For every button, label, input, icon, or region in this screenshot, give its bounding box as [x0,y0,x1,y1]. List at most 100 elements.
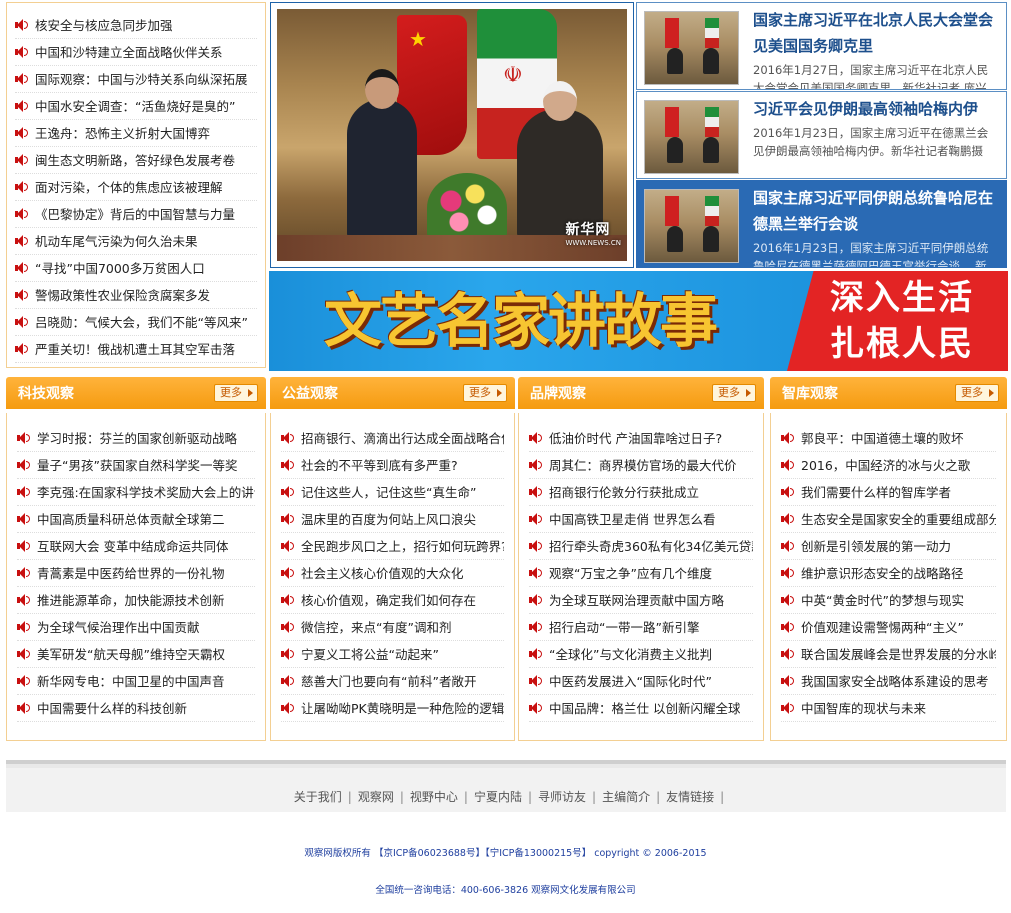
section-title[interactable]: 智库观察 [782,383,838,403]
list-item[interactable]: 中国高质量科研总体贡献全球第二 [17,506,255,533]
list-item[interactable]: 招行牵头奇虎360私有化34亿美元贷款 [529,533,753,560]
list-item[interactable]: 微信控，来点“有度”调和剂 [281,614,504,641]
list-item[interactable]: 中国和沙特建立全面战略伙伴关系 [15,39,257,66]
list-item-link[interactable]: “全球化”与文化消费主义批判 [549,641,712,667]
list-item-link[interactable]: 核心价值观，确定我们如何存在 [301,587,476,613]
list-item[interactable]: 社会主义核心价值观的大众化 [281,560,504,587]
section-title[interactable]: 品牌观察 [530,383,586,403]
list-item-link[interactable]: 全民跑步风口之上，招行如何玩跨界? [301,533,504,559]
list-item-link[interactable]: 严重关切！俄战机遭土耳其空军击落 [35,336,235,362]
list-item-link[interactable]: 为全球气候治理作出中国贡献 [37,614,200,640]
list-item[interactable]: 量子“男孩”获国家自然科学奖一等奖 [17,452,255,479]
list-item-link[interactable]: 我国国家安全战略体系建设的思考 [801,668,989,694]
list-item[interactable]: 周其仁：商界模仿官场的最大代价 [529,452,753,479]
list-item-link[interactable]: 王逸舟：恐怖主义折射大国博弈 [35,120,210,146]
list-item[interactable]: 招行启动“一带一路”新引擎 [529,614,753,641]
list-item-link[interactable]: 我们需要什么样的智库学者 [801,479,951,505]
list-item[interactable]: 2016，中国经济的冰与火之歌 [781,452,996,479]
list-item-link[interactable]: 新华网专电：中国卫星的中国声音 [37,668,225,694]
list-item-link[interactable]: 中英“黄金时代”的梦想与现实 [801,587,964,613]
list-item[interactable]: 让屠呦呦PK黄晓明是一种危险的逻辑 [281,695,504,722]
list-item[interactable]: 中国水安全调查：“活鱼烧好是臭的” [15,93,257,120]
list-item-link[interactable]: 中国智库的现状与未来 [801,695,926,721]
list-item-link[interactable]: 低油价时代 产油国靠啥过日子? [549,425,722,451]
list-item[interactable]: 吕晓勋：气候大会，我们不能“等风来” [15,309,257,336]
list-item-link[interactable]: 中国需要什么样的科技创新 [37,695,187,721]
list-item-link[interactable]: 核安全与核应急同步加强 [35,12,173,38]
list-item-link[interactable]: 《巴黎协定》背后的中国智慧与力量 [35,201,235,227]
list-item-link[interactable]: 周其仁：商界模仿官场的最大代价 [549,452,737,478]
list-item-link[interactable]: 青蒿素是中医药给世界的一份礼物 [37,560,225,586]
list-item[interactable]: 中医药发展进入“国际化时代” [529,668,753,695]
list-item-link[interactable]: 中国品牌：格兰仕 以创新闪耀全球 [549,695,740,721]
list-item[interactable]: 为全球互联网治理贡献中国方略 [529,587,753,614]
list-item-link[interactable]: 招行启动“一带一路”新引擎 [549,614,699,640]
list-item[interactable]: 低油价时代 产油国靠啥过日子? [529,425,753,452]
main-photo[interactable]: ★ ☫ 新华网 WWW.NEWS.CN [270,2,634,268]
list-item[interactable]: 观察“万宝之争”应有几个维度 [529,560,753,587]
list-item-link[interactable]: 国际观察：中国与沙特关系向纵深拓展 [35,66,248,92]
footer-link[interactable]: 主编简介 [602,790,650,804]
list-item-link[interactable]: 宁夏义工将公益“动起来” [301,641,439,667]
list-item-link[interactable]: 联合国发展峰会是世界发展的分水岭 [801,641,996,667]
more-button[interactable]: 更多 [463,384,507,402]
list-item-link[interactable]: 让屠呦呦PK黄晓明是一种危险的逻辑 [301,695,504,721]
list-item[interactable]: 国际观察：中国与沙特关系向纵深拓展 [15,66,257,93]
list-item-link[interactable]: 创新是引领发展的第一动力 [801,533,951,559]
news-title[interactable]: 习近平会见伊朗最高领袖哈梅内伊 [753,96,998,122]
section-title[interactable]: 公益观察 [282,383,338,403]
list-item[interactable]: 李克强:在国家科学技术奖励大会上的讲话 [17,479,255,506]
list-item[interactable]: 招商银行伦敦分行获批成立 [529,479,753,506]
list-item[interactable]: 新华网专电：中国卫星的中国声音 [17,668,255,695]
list-item[interactable]: 联合国发展峰会是世界发展的分水岭 [781,641,996,668]
list-item[interactable]: 社会的不平等到底有多严重? [281,452,504,479]
photo-image[interactable]: ★ ☫ 新华网 WWW.NEWS.CN [277,9,627,261]
banner[interactable]: 文艺名家讲故事 深入生活 扎根人民 [269,271,1008,371]
footer-link[interactable]: 视野中心 [410,790,458,804]
footer-link[interactable]: 关于我们 [294,790,342,804]
list-item[interactable]: 生态安全是国家安全的重要组成部分 [781,506,996,533]
list-item-link[interactable]: 招行牵头奇虎360私有化34亿美元贷款 [549,533,753,559]
list-item[interactable]: 记住这些人，记住这些“真生命” [281,479,504,506]
list-item[interactable]: 全民跑步风口之上，招行如何玩跨界? [281,533,504,560]
news-item[interactable]: 国家主席习近平在北京人民大会堂会见美国国务卿克里 2016年1月27日，国家主席习… [636,2,1007,90]
list-item-link[interactable]: 记住这些人，记住这些“真生命” [301,479,476,505]
news-thumbnail[interactable] [644,189,739,263]
list-item-link[interactable]: 招商银行、滴滴出行达成全面战略合作 [301,425,504,451]
list-item[interactable]: 我国国家安全战略体系建设的思考 [781,668,996,695]
list-item[interactable]: 慈善大门也要向有“前科”者敞开 [281,668,504,695]
list-item[interactable]: 我们需要什么样的智库学者 [781,479,996,506]
list-item-link[interactable]: “寻找”中国7000多万贫困人口 [35,255,205,281]
list-item[interactable]: 推进能源革命，加快能源技术创新 [17,587,255,614]
list-item-link[interactable]: 面对污染，个体的焦虑应该被理解 [35,174,223,200]
list-item-link[interactable]: 招商银行伦敦分行获批成立 [549,479,699,505]
more-button[interactable]: 更多 [955,384,999,402]
list-item-link[interactable]: 社会主义核心价值观的大众化 [301,560,464,586]
list-item[interactable]: 中英“黄金时代”的梦想与现实 [781,587,996,614]
list-item[interactable]: 中国需要什么样的科技创新 [17,695,255,722]
list-item-link[interactable]: 互联网大会 变革中结成命运共同体 [37,533,228,559]
list-item[interactable]: 招商银行、滴滴出行达成全面战略合作 [281,425,504,452]
list-item-link[interactable]: 价值观建设需警惕两种“主义” [801,614,964,640]
list-item[interactable]: 价值观建设需警惕两种“主义” [781,614,996,641]
list-item-link[interactable]: 机动车尾气污染为何久治未果 [35,228,198,254]
list-item[interactable]: 创新是引领发展的第一动力 [781,533,996,560]
footer-link[interactable]: 友情链接 [666,790,714,804]
list-item[interactable]: 美军研发“航天母舰”维持空天霸权 [17,641,255,668]
list-item[interactable]: 中国品牌：格兰仕 以创新闪耀全球 [529,695,753,722]
news-title[interactable]: 国家主席习近平在北京人民大会堂会见美国国务卿克里 [753,7,998,59]
list-item[interactable]: 《巴黎协定》背后的中国智慧与力量 [15,201,257,228]
list-item[interactable]: 面对污染，个体的焦虑应该被理解 [15,174,257,201]
list-item-link[interactable]: 中国高铁卫星走俏 世界怎么看 [549,506,715,532]
list-item-link[interactable]: 美军研发“航天母舰”维持空天霸权 [37,641,225,667]
list-item-link[interactable]: 微信控，来点“有度”调和剂 [301,614,451,640]
news-item[interactable]: 习近平会见伊朗最高领袖哈梅内伊 2016年1月23日，国家主席习近平在德黑兰会见伊… [636,91,1007,179]
list-item-link[interactable]: 推进能源革命，加快能源技术创新 [37,587,225,613]
news-item[interactable]: 国家主席习近平同伊朗总统鲁哈尼在德黑兰举行会谈 2016年1月23日，国家主席习近… [636,180,1007,268]
news-thumbnail[interactable] [644,11,739,85]
list-item[interactable]: 学习时报：芬兰的国家创新驱动战略 [17,425,255,452]
list-item-link[interactable]: 警惕政策性农业保险贪腐案多发 [35,282,210,308]
list-item-link[interactable]: 中国高质量科研总体贡献全球第二 [37,506,225,532]
list-item-link[interactable]: 维护意识形态安全的战略路径 [801,560,964,586]
section-title[interactable]: 科技观察 [18,383,74,403]
